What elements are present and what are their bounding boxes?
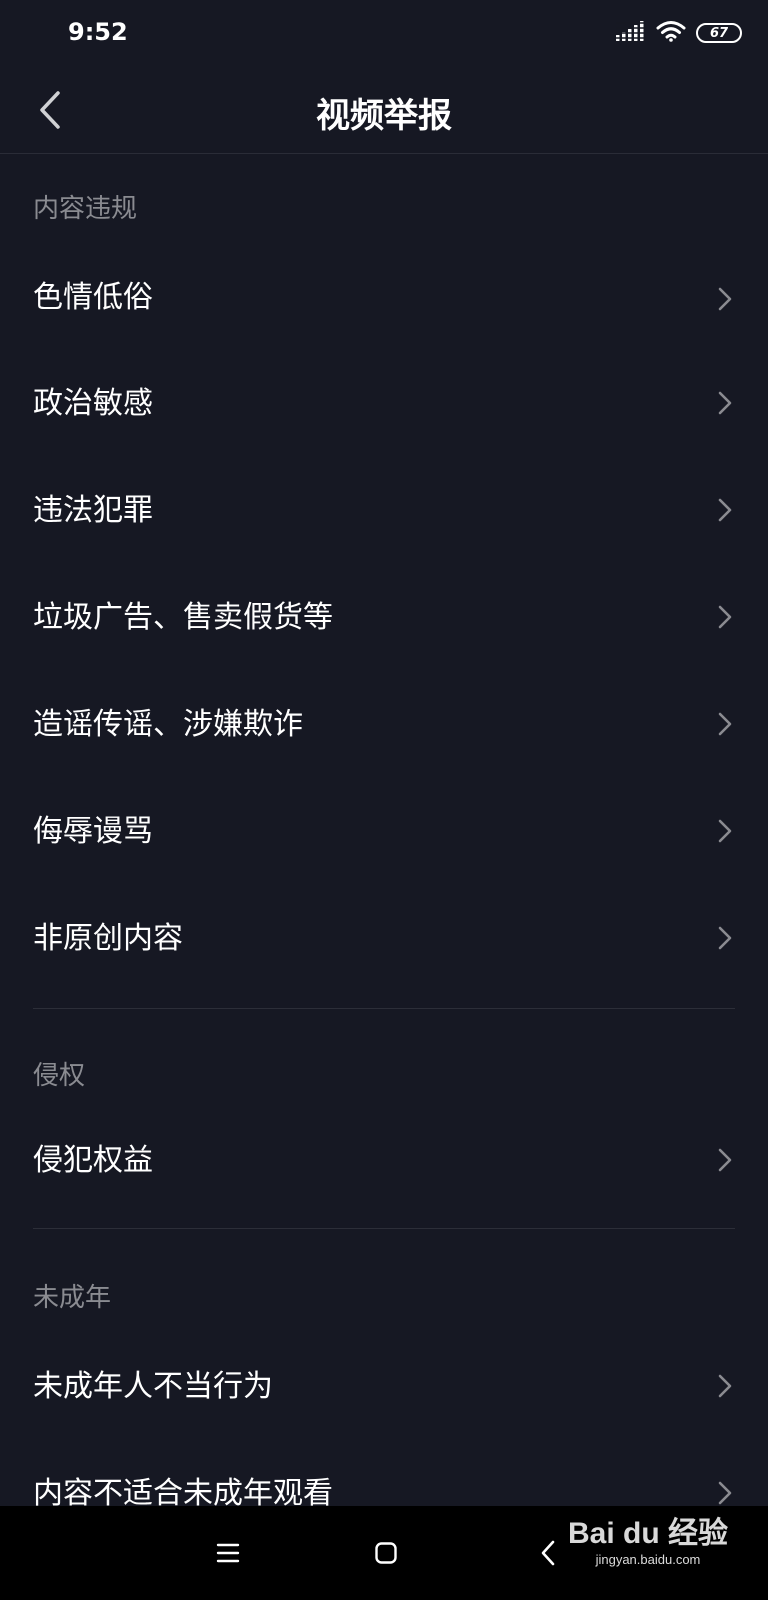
list-item-illegal[interactable]: 违法犯罪 [0, 457, 768, 564]
chevron-right-icon [718, 1374, 732, 1398]
chevron-right-icon [718, 712, 732, 736]
battery-level: 67 [709, 25, 729, 41]
chevron-right-icon [718, 391, 732, 415]
list-item-unsuitable-for-minors[interactable]: 内容不适合未成年观看 [0, 1440, 768, 1506]
status-icons: 67 [616, 20, 742, 46]
system-back-button[interactable] [528, 1533, 568, 1573]
section-minors: 未成年 未成年人不当行为 内容不适合未成年观看 [0, 1229, 768, 1506]
menu-button[interactable] [208, 1533, 248, 1573]
signal-icon [616, 21, 646, 45]
wifi-icon [656, 20, 686, 46]
chevron-right-icon [718, 605, 732, 629]
page-title: 视频举报 [316, 96, 452, 136]
menu-icon [216, 1543, 240, 1563]
system-nav-bar: Bai du 经验 jingyan.baidu.com [0, 1506, 768, 1600]
list-item-minor-misconduct[interactable]: 未成年人不当行为 [0, 1333, 768, 1440]
list-item-rights-infringement[interactable]: 侵犯权益 [0, 1107, 768, 1214]
report-reason-list: 内容违规 色情低俗 政治敏感 违法犯罪 垃圾广告、售卖假货等 造谣传谣、涉嫌欺诈… [0, 154, 768, 1506]
section-title: 未成年 [33, 1283, 112, 1313]
status-time: 9:52 [68, 18, 128, 46]
home-square-icon [375, 1542, 397, 1564]
watermark-brand: Bai du 经验 [567, 1517, 728, 1550]
list-item-non-original[interactable]: 非原创内容 [0, 885, 768, 992]
back-icon [541, 1540, 555, 1566]
list-item-political[interactable]: 政治敏感 [0, 350, 768, 457]
list-item-label: 政治敏感 [33, 386, 153, 421]
list-item-rumor-fraud[interactable]: 造谣传谣、涉嫌欺诈 [0, 671, 768, 778]
list-item-label: 非原创内容 [33, 921, 183, 956]
section-title: 内容违规 [33, 194, 138, 224]
section-title: 侵权 [33, 1061, 86, 1091]
battery-icon: 67 [696, 23, 742, 43]
watermark: Bai du 经验 jingyan.baidu.com [568, 1516, 728, 1568]
chevron-right-icon [718, 1481, 732, 1505]
section-content-violation: 内容违规 色情低俗 政治敏感 违法犯罪 垃圾广告、售卖假货等 造谣传谣、涉嫌欺诈… [0, 154, 768, 1009]
home-button[interactable] [366, 1533, 406, 1573]
chevron-right-icon [718, 926, 732, 950]
list-item-label: 侮辱谩骂 [33, 814, 153, 849]
section-infringement: 侵权 侵犯权益 [0, 1009, 768, 1229]
list-item-label: 违法犯罪 [33, 493, 153, 528]
watermark-url: jingyan.baidu.com [595, 1552, 701, 1567]
list-item-spam-ads[interactable]: 垃圾广告、售卖假货等 [0, 564, 768, 671]
chevron-right-icon [718, 287, 732, 311]
list-item-pornography[interactable]: 色情低俗 [0, 246, 768, 350]
list-item-label: 造谣传谣、涉嫌欺诈 [33, 707, 303, 742]
list-item-label: 色情低俗 [33, 280, 153, 315]
list-item-label: 内容不适合未成年观看 [33, 1476, 333, 1506]
list-item-abuse[interactable]: 侮辱谩骂 [0, 778, 768, 885]
chevron-right-icon [718, 498, 732, 522]
list-item-label: 侵犯权益 [33, 1143, 153, 1178]
list-item-label: 垃圾广告、售卖假货等 [33, 600, 333, 635]
status-bar: 9:52 67 [0, 0, 768, 66]
list-item-label: 未成年人不当行为 [33, 1369, 273, 1404]
header: 视频举报 [0, 66, 768, 154]
chevron-right-icon [718, 819, 732, 843]
chevron-right-icon [718, 1148, 732, 1172]
